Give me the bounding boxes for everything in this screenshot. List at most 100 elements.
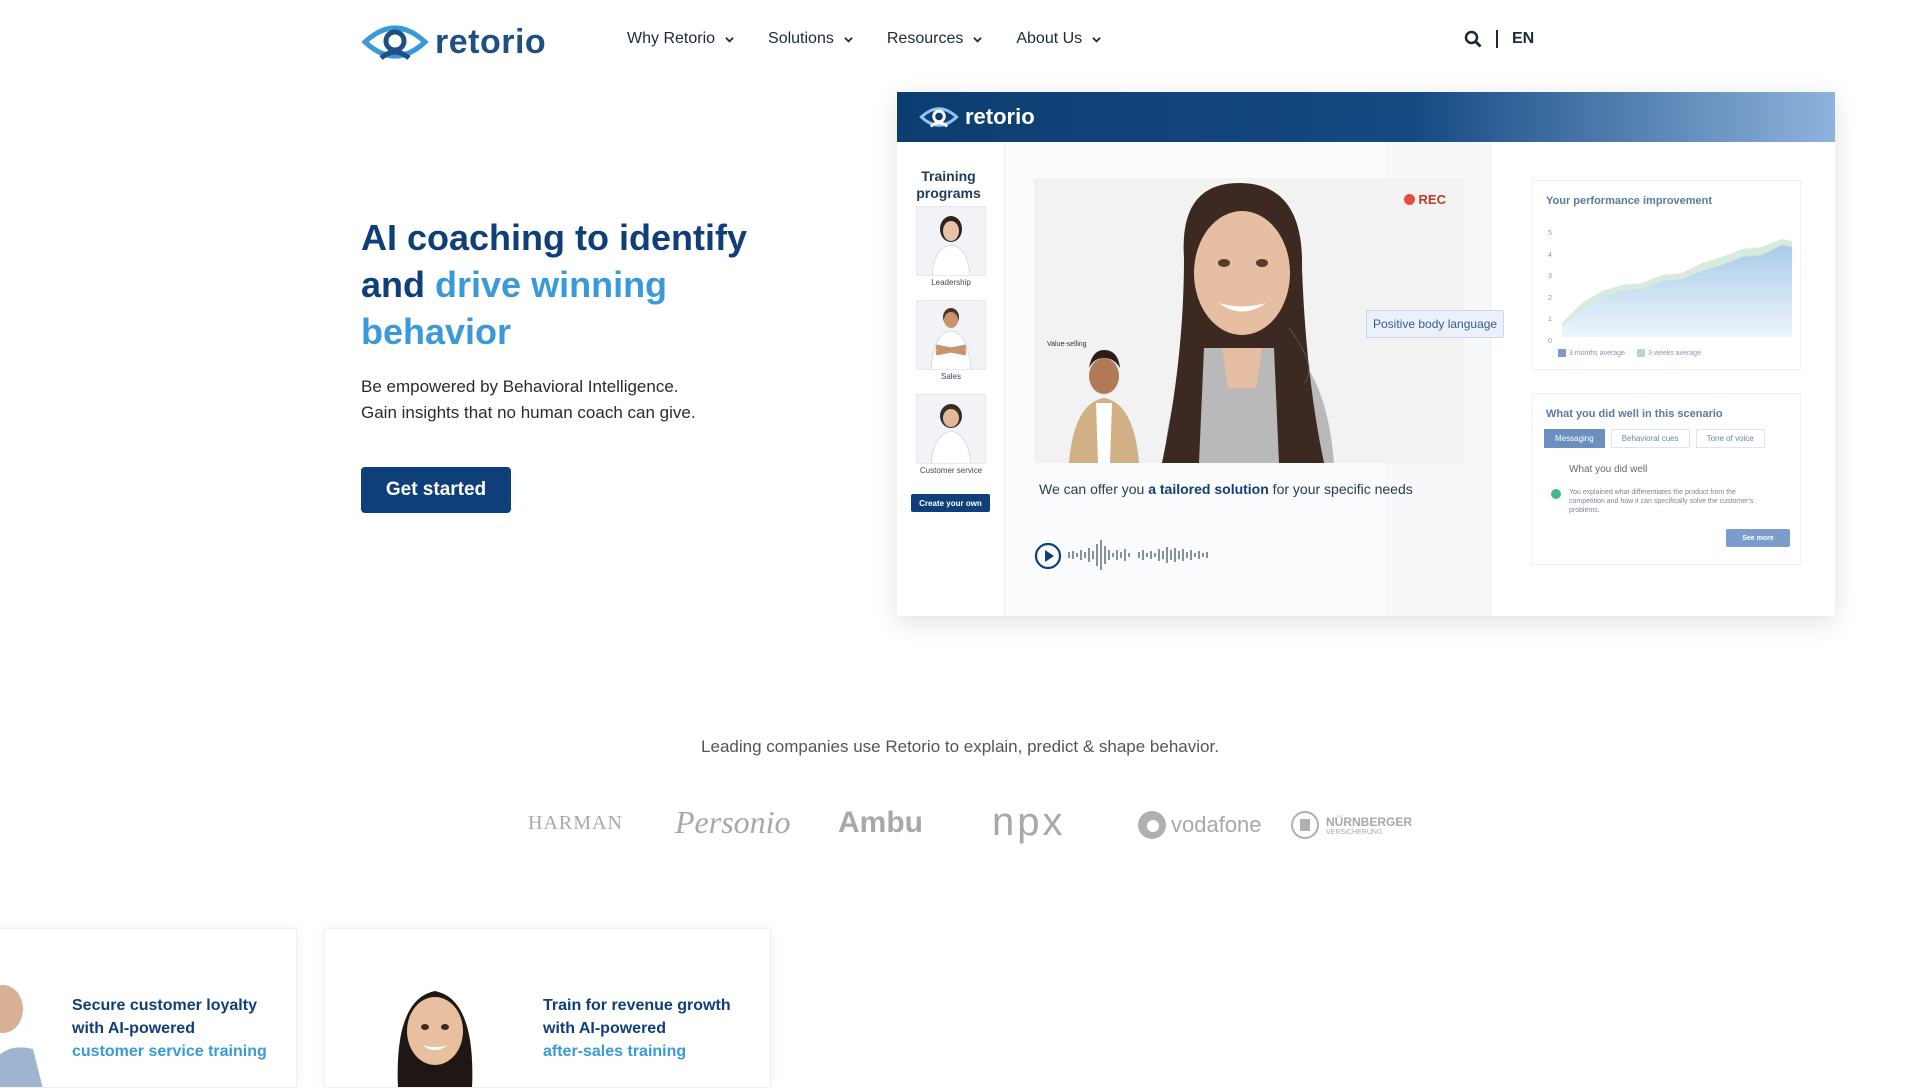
nav-utilities: EN xyxy=(1464,30,1534,48)
nav-about-us[interactable]: About Us xyxy=(1016,30,1101,48)
person-image xyxy=(397,991,473,1087)
eye-logo-icon xyxy=(361,25,429,60)
program-label: Customer service xyxy=(919,466,983,475)
y-axis-ticks: 5 4 3 2 1 0 xyxy=(1548,223,1552,353)
chevron-down-icon xyxy=(973,36,983,43)
program-label: Sales xyxy=(940,372,961,381)
harman-logo: HARMAN xyxy=(528,812,623,834)
play-icon[interactable] xyxy=(1034,542,1062,570)
performance-title: Your performance improvement xyxy=(1546,195,1713,207)
y-tick: 1 xyxy=(1548,316,1552,324)
well-subtitle: What you did well xyxy=(1569,464,1648,475)
caption-bold: a tailored solution xyxy=(1148,481,1269,497)
tab-tone-of-voice[interactable]: Tone of voice xyxy=(1695,429,1765,448)
personio-logo: Personio xyxy=(675,804,791,840)
retorio-logo[interactable]: retorio xyxy=(361,20,546,64)
nav-resources[interactable]: Resources xyxy=(886,30,983,48)
eye-logo-icon xyxy=(919,107,959,128)
hero-sub-line2: Gain insights that no human coach can gi… xyxy=(361,403,696,422)
vodafone-speechmark-icon xyxy=(1138,811,1166,839)
nurnberger-logo: NÜRNBERGER VERSICHERUNG xyxy=(1290,810,1412,840)
nav-solutions[interactable]: Solutions xyxy=(768,30,853,48)
nav-label: Resources xyxy=(886,30,964,47)
divider xyxy=(1496,30,1498,48)
hero-title: AI coaching to identify and drive winnin… xyxy=(361,214,821,355)
nurnberger-emblem-icon xyxy=(1291,811,1319,839)
training-sidebar: Training programs Leadership Sales Custo… xyxy=(897,142,1005,616)
card-title-line1: Train for revenue growth xyxy=(543,997,731,1014)
app-preview-logo: retorio xyxy=(965,104,1035,129)
card-title-accent: after-sales training xyxy=(543,1043,687,1060)
person-image xyxy=(930,308,972,369)
y-tick: 0 xyxy=(1548,337,1552,345)
logo-wordmark: retorio xyxy=(435,22,547,61)
hero-title-and: and xyxy=(361,264,426,305)
tab-behavioral-cues[interactable]: Behavioral cues xyxy=(1610,429,1690,448)
program-thumbnail xyxy=(916,394,986,464)
card-title: Secure customer loyalty with AI-powered … xyxy=(72,994,267,1063)
caption-pre: We can offer you xyxy=(1039,481,1149,497)
nurnberger-sub: VERSICHERUNG xyxy=(1326,828,1383,836)
ambu-logo: Ambu xyxy=(838,806,923,839)
language-selector[interactable]: EN xyxy=(1512,30,1534,48)
value-selling-label: Value-selling xyxy=(1047,341,1087,348)
card-after-sales[interactable]: Train for revenue growth with AI-powered… xyxy=(324,928,771,1088)
audio-waveform xyxy=(1068,540,1208,570)
chevron-down-icon xyxy=(725,36,734,43)
legend-item: 3 months average xyxy=(1569,349,1626,357)
tab-messaging[interactable]: Messaging xyxy=(1544,429,1605,448)
main-nav: Why Retorio Solutions Resources About Us xyxy=(627,30,1101,48)
person-image xyxy=(931,216,971,275)
program-leadership[interactable]: Leadership xyxy=(916,206,986,287)
chevron-down-icon xyxy=(844,36,853,43)
y-tick: 3 xyxy=(1548,273,1552,281)
app-preview-header: retorio xyxy=(897,92,1835,142)
nav-why-retorio[interactable]: Why Retorio xyxy=(627,30,734,48)
legend-item: 3 weeks average xyxy=(1648,349,1701,357)
see-more-button[interactable]: See more xyxy=(1726,529,1790,547)
search-icon[interactable] xyxy=(1464,30,1482,48)
create-your-own-button[interactable]: Create your own xyxy=(911,494,990,512)
person-image xyxy=(0,985,43,1087)
chart-legend: 3 months average 3 weeks average xyxy=(1558,349,1701,357)
person-image xyxy=(930,404,972,463)
record-dot-icon xyxy=(1403,194,1415,205)
sidebar-title: Training programs xyxy=(916,168,981,201)
caption-post: for your specific needs xyxy=(1268,481,1413,497)
npx-logo: npx xyxy=(992,800,1066,844)
card-title: Train for revenue growth with AI-powered… xyxy=(543,994,731,1063)
vodafone-logo: vodafone xyxy=(1137,810,1262,840)
program-label: Leadership xyxy=(931,278,971,287)
nav-label: About Us xyxy=(1016,30,1083,47)
hero-title-line1: AI coaching to identify xyxy=(361,217,748,258)
transcript-caption: We can offer you a tailored solution for… xyxy=(1039,481,1413,497)
program-thumbnail xyxy=(916,300,986,370)
what-you-did-well-panel: What you did well in this scenario Messa… xyxy=(1531,393,1801,565)
vodafone-wordmark: vodafone xyxy=(1171,812,1262,837)
positive-body-language-tag: Positive body language xyxy=(1366,310,1505,338)
nav-label: Why Retorio xyxy=(627,30,716,47)
well-text: You explained what differentiates the pr… xyxy=(1569,489,1754,514)
card-title-accent: customer service training xyxy=(72,1043,267,1060)
performance-panel: Your performance improvement 5 4 3 2 1 0… xyxy=(1531,180,1801,370)
y-tick: 2 xyxy=(1548,294,1552,302)
hero-subtitle: Be empowered by Behavioral Intelligence.… xyxy=(361,374,696,426)
leading-companies-text: Leading companies use Retorio to explain… xyxy=(701,737,1219,756)
y-tick: 5 xyxy=(1548,230,1552,237)
rec-label: REC xyxy=(1418,192,1446,207)
card-customer-service[interactable]: Secure customer loyalty with AI-powered … xyxy=(0,928,297,1088)
y-tick: 4 xyxy=(1548,251,1552,259)
nurnberger-wordmark: NÜRNBERGER xyxy=(1326,814,1413,829)
card-title-line2: with AI-powered xyxy=(543,1020,666,1037)
get-started-button[interactable]: Get started xyxy=(361,467,511,513)
performance-area-chart xyxy=(1562,239,1792,337)
customer-logos: HARMAN Personio Ambu npx vodafone NÜRNBE… xyxy=(520,800,1420,850)
well-tabs: Messaging Behavioral cues Tone of voice xyxy=(1544,429,1765,448)
chevron-down-icon xyxy=(1092,36,1101,43)
program-customer-service[interactable]: Customer service xyxy=(916,394,986,475)
program-thumbnail xyxy=(916,206,986,276)
program-sales[interactable]: Sales xyxy=(916,300,986,381)
card-title-line2: with AI-powered xyxy=(72,1020,195,1037)
check-circle-icon xyxy=(1551,489,1561,499)
hero-sub-line1: Be empowered by Behavioral Intelligence. xyxy=(361,377,679,396)
